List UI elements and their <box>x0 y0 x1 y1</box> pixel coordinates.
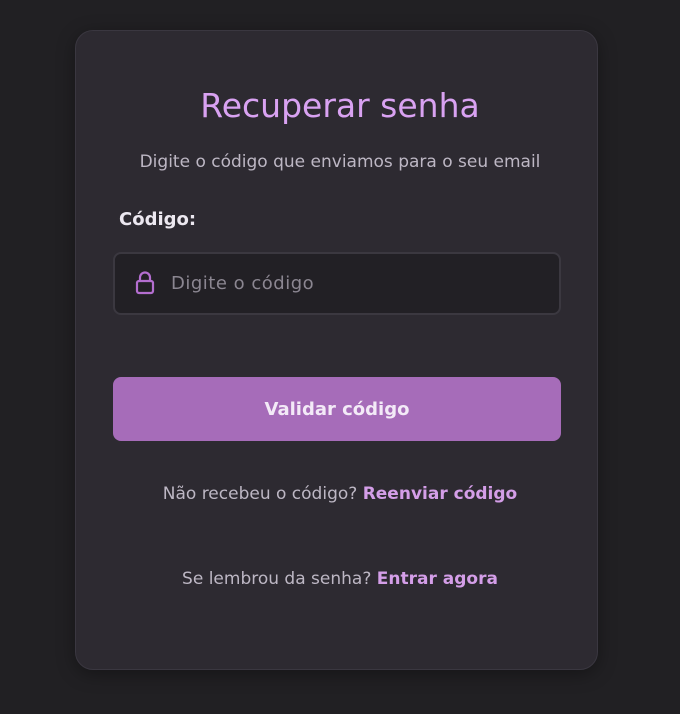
validate-code-button[interactable]: Validar código <box>113 377 561 441</box>
login-now-link[interactable]: Entrar agora <box>377 569 498 589</box>
lock-icon <box>135 271 155 295</box>
resend-code-link[interactable]: Reenviar código <box>363 484 518 504</box>
resend-prompt: Não recebeu o código? <box>162 484 358 504</box>
code-field[interactable] <box>113 252 561 315</box>
code-input[interactable] <box>171 254 551 313</box>
page-title: Recuperar senha <box>200 86 480 125</box>
login-prompt: Se lembrou da senha? <box>182 569 372 589</box>
login-line: Se lembrou da senha? Entrar agora <box>0 567 680 591</box>
page-subtitle: Digite o código que enviamos para o seu … <box>139 152 541 172</box>
code-label: Código: <box>119 209 197 230</box>
resend-line: Não recebeu o código? Reenviar código <box>0 482 680 506</box>
